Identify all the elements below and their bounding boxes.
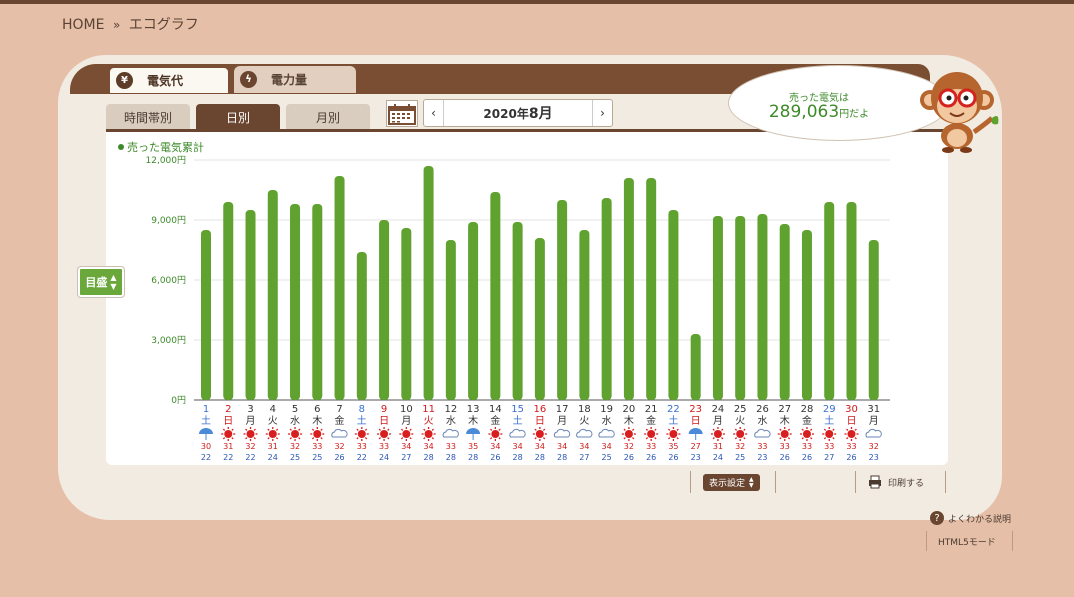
tab-daily[interactable]: 日別: [196, 104, 280, 130]
display-settings-label: 表示設定: [709, 479, 746, 489]
divider: [945, 471, 946, 493]
month-label: 2020年8月: [444, 103, 592, 123]
bolt-icon: ϟ: [240, 71, 257, 88]
divider: [1012, 531, 1013, 551]
display-settings-button[interactable]: 表示設定 ▲ ▼: [703, 474, 760, 491]
divider: [775, 471, 776, 493]
tab-monthly[interactable]: 月別: [286, 104, 370, 130]
print-label: 印刷する: [888, 478, 925, 489]
calendar-icon: [388, 103, 416, 125]
breadcrumb-separator: »: [112, 18, 121, 32]
chart-panel: [106, 132, 948, 465]
divider: [926, 531, 927, 551]
yen-icon: ¥: [116, 72, 133, 89]
month-navigator: ‹ 2020年8月 ›: [423, 99, 613, 127]
question-icon: ?: [930, 511, 944, 525]
printer-icon: [869, 475, 881, 489]
tab-hourly[interactable]: 時間帯別: [106, 104, 190, 130]
calendar-button[interactable]: [386, 100, 418, 127]
prev-month-button[interactable]: ‹: [424, 100, 444, 126]
breadcrumb: HOME » エコグラフ: [62, 14, 199, 34]
legend-label: 売った電気累計: [127, 141, 204, 154]
breadcrumb-current: エコグラフ: [128, 17, 199, 33]
month-value: 8月: [528, 106, 553, 122]
divider: [690, 471, 691, 493]
breadcrumb-home[interactable]: HOME: [62, 17, 104, 33]
updown-icon: ▲ ▼: [110, 273, 117, 291]
divider: [855, 471, 856, 493]
year-label: 2020年: [483, 107, 529, 121]
help-link[interactable]: ? よくわかる説明: [930, 511, 1011, 525]
top-border: [0, 0, 1074, 4]
next-month-button[interactable]: ›: [592, 100, 612, 126]
bubble-amount-line: 289,063円だよ: [729, 102, 909, 122]
tab-label: 電気代: [147, 74, 184, 88]
bubble-amount: 289,063: [768, 102, 840, 122]
legend-dot: [118, 144, 124, 150]
help-label: よくわかる説明: [948, 514, 1012, 525]
html5-mode-link[interactable]: HTML5モード: [938, 535, 996, 548]
updown-icon: ▲ ▼: [749, 475, 754, 489]
tab-label: 電力量: [271, 73, 308, 87]
tab-electricity-cost[interactable]: ¥ 電気代: [108, 66, 230, 93]
chart-legend: 売った電気累計: [118, 139, 204, 155]
scale-button[interactable]: 目盛 ▲ ▼: [78, 267, 124, 297]
scale-label: 目盛: [85, 276, 108, 289]
tab-energy-amount[interactable]: ϟ 電力量: [234, 66, 356, 93]
print-button[interactable]: 印刷する: [868, 472, 924, 492]
bubble-suffix: 円だよ: [839, 109, 870, 120]
monkey-mascot-icon: [920, 72, 999, 153]
